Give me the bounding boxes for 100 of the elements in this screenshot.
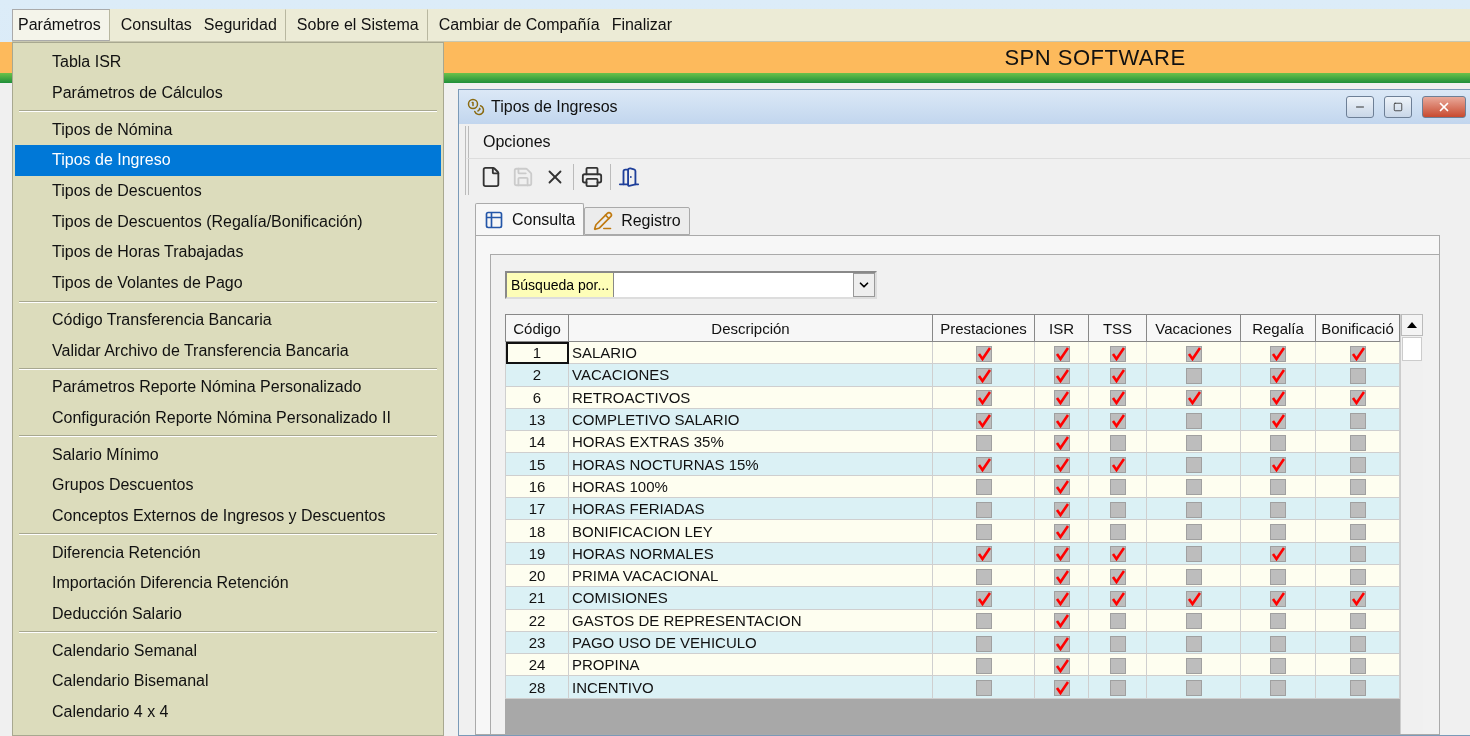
checkbox[interactable] bbox=[1185, 434, 1202, 451]
checkbox[interactable] bbox=[1270, 501, 1286, 518]
checkbox[interactable] bbox=[975, 657, 992, 674]
menu-item[interactable]: Configuración Reporte Nómina Personalizado II bbox=[15, 402, 441, 434]
menu-item[interactable]: Calendario Semanal bbox=[15, 635, 441, 667]
checkbox[interactable] bbox=[1349, 546, 1366, 563]
checkbox[interactable] bbox=[1185, 680, 1202, 697]
checkbox[interactable] bbox=[1270, 412, 1286, 429]
tab[interactable]: Registro bbox=[584, 207, 690, 235]
search-combo[interactable]: Búsqueda por... bbox=[505, 271, 877, 299]
checkbox[interactable] bbox=[1109, 635, 1126, 652]
checkbox[interactable] bbox=[1270, 680, 1286, 697]
checkbox[interactable] bbox=[1053, 613, 1070, 630]
checkbox[interactable] bbox=[1109, 367, 1126, 384]
checkbox[interactable] bbox=[1109, 546, 1126, 563]
checkbox[interactable] bbox=[1053, 345, 1070, 362]
checkbox[interactable] bbox=[1270, 390, 1286, 407]
checkbox[interactable] bbox=[1349, 367, 1366, 384]
menu-item[interactable]: Seguridad bbox=[197, 9, 286, 41]
menu-item[interactable]: Parámetros Reporte Nómina Personalizado bbox=[15, 371, 441, 403]
checkbox[interactable] bbox=[1109, 457, 1126, 474]
checkbox[interactable] bbox=[1109, 613, 1126, 630]
checkbox[interactable] bbox=[1349, 434, 1366, 451]
menu-item[interactable]: Opciones bbox=[479, 133, 555, 151]
column-header[interactable]: Descripción bbox=[568, 314, 933, 342]
checkbox[interactable] bbox=[1349, 412, 1366, 429]
menu-item[interactable]: Tipos de Ingreso bbox=[15, 145, 441, 176]
scroll-up-button[interactable] bbox=[1401, 314, 1423, 336]
menu-item[interactable]: Consultas bbox=[114, 9, 198, 41]
checkbox[interactable] bbox=[1270, 546, 1286, 563]
checkbox[interactable] bbox=[1053, 680, 1070, 697]
checkbox[interactable] bbox=[1053, 479, 1070, 496]
checkbox[interactable] bbox=[1270, 479, 1286, 496]
checkbox[interactable] bbox=[1185, 657, 1202, 674]
menu-item[interactable]: Tipos de Volantes de Pago bbox=[15, 267, 441, 299]
checkbox[interactable] bbox=[1349, 680, 1366, 697]
minimize-button[interactable] bbox=[1346, 96, 1374, 118]
checkbox[interactable] bbox=[975, 524, 992, 541]
checkbox[interactable] bbox=[1109, 590, 1126, 607]
checkbox[interactable] bbox=[1053, 546, 1070, 563]
menu-item[interactable]: Grupos Descuentos bbox=[15, 469, 441, 501]
checkbox[interactable] bbox=[1185, 390, 1202, 407]
checkbox[interactable] bbox=[975, 390, 992, 407]
menu-item[interactable]: Sobre el Sistema bbox=[290, 9, 428, 41]
checkbox[interactable] bbox=[1349, 479, 1366, 496]
checkbox[interactable] bbox=[1349, 590, 1366, 607]
close-button[interactable] bbox=[1422, 96, 1466, 118]
menu-item[interactable]: Código Transferencia Bancaria bbox=[15, 304, 441, 336]
checkbox[interactable] bbox=[1053, 590, 1070, 607]
checkbox[interactable] bbox=[1185, 546, 1202, 563]
checkbox[interactable] bbox=[975, 345, 992, 362]
menu-item[interactable]: Finalizar bbox=[605, 9, 679, 41]
column-header[interactable]: TSS bbox=[1088, 314, 1147, 342]
checkbox[interactable] bbox=[1185, 568, 1202, 585]
menu-item[interactable]: Salario Mínimo bbox=[15, 439, 441, 470]
checkbox[interactable] bbox=[1185, 457, 1202, 474]
checkbox[interactable] bbox=[1053, 635, 1070, 652]
checkbox[interactable] bbox=[975, 434, 992, 451]
column-header[interactable]: Vacaciones bbox=[1146, 314, 1241, 342]
checkbox[interactable] bbox=[1349, 345, 1366, 362]
menu-item[interactable]: Conceptos Externos de Ingresos y Descuentos bbox=[15, 500, 441, 532]
menu-item[interactable]: Cambiar de Compañía bbox=[432, 9, 606, 41]
checkbox[interactable] bbox=[1270, 568, 1286, 585]
checkbox[interactable] bbox=[1109, 345, 1126, 362]
tab[interactable]: Consulta bbox=[475, 203, 585, 235]
checkbox[interactable] bbox=[1185, 501, 1202, 518]
column-header[interactable]: ISR bbox=[1034, 314, 1089, 342]
checkbox[interactable] bbox=[1270, 367, 1286, 384]
checkbox[interactable] bbox=[1270, 590, 1286, 607]
checkbox[interactable] bbox=[1053, 501, 1070, 518]
scroll-thumb[interactable] bbox=[1402, 337, 1422, 361]
checkbox[interactable] bbox=[1053, 524, 1070, 541]
checkbox[interactable] bbox=[1185, 613, 1202, 630]
checkbox[interactable] bbox=[975, 635, 992, 652]
checkbox[interactable] bbox=[1185, 590, 1202, 607]
checkbox[interactable] bbox=[1109, 390, 1126, 407]
checkbox[interactable] bbox=[1270, 345, 1286, 362]
checkbox[interactable] bbox=[975, 479, 992, 496]
checkbox[interactable] bbox=[1270, 457, 1286, 474]
checkbox[interactable] bbox=[975, 590, 992, 607]
menu-item[interactable]: Tipos de Horas Trabajadas bbox=[15, 237, 441, 268]
checkbox[interactable] bbox=[1109, 412, 1126, 429]
checkbox[interactable] bbox=[1185, 345, 1202, 362]
checkbox[interactable] bbox=[1349, 613, 1366, 630]
menu-item[interactable]: Deducción Salario bbox=[15, 598, 441, 630]
menu-item[interactable]: Parámetros bbox=[12, 9, 110, 41]
checkbox[interactable] bbox=[1053, 412, 1070, 429]
checkbox[interactable] bbox=[1185, 635, 1202, 652]
checkbox[interactable] bbox=[1109, 434, 1126, 451]
checkbox[interactable] bbox=[1349, 657, 1366, 674]
menu-item[interactable]: Tipos de Descuentos bbox=[15, 175, 441, 207]
checkbox[interactable] bbox=[1270, 434, 1286, 451]
checkbox[interactable] bbox=[975, 613, 992, 630]
checkbox[interactable] bbox=[975, 501, 992, 518]
checkbox[interactable] bbox=[1185, 412, 1202, 429]
checkbox[interactable] bbox=[975, 546, 992, 563]
menu-item[interactable]: Calendario 4 x 4 bbox=[15, 696, 441, 728]
checkbox[interactable] bbox=[1109, 680, 1126, 697]
checkbox[interactable] bbox=[1109, 568, 1126, 585]
menu-item[interactable]: Importación Diferencia Retención bbox=[15, 568, 441, 599]
